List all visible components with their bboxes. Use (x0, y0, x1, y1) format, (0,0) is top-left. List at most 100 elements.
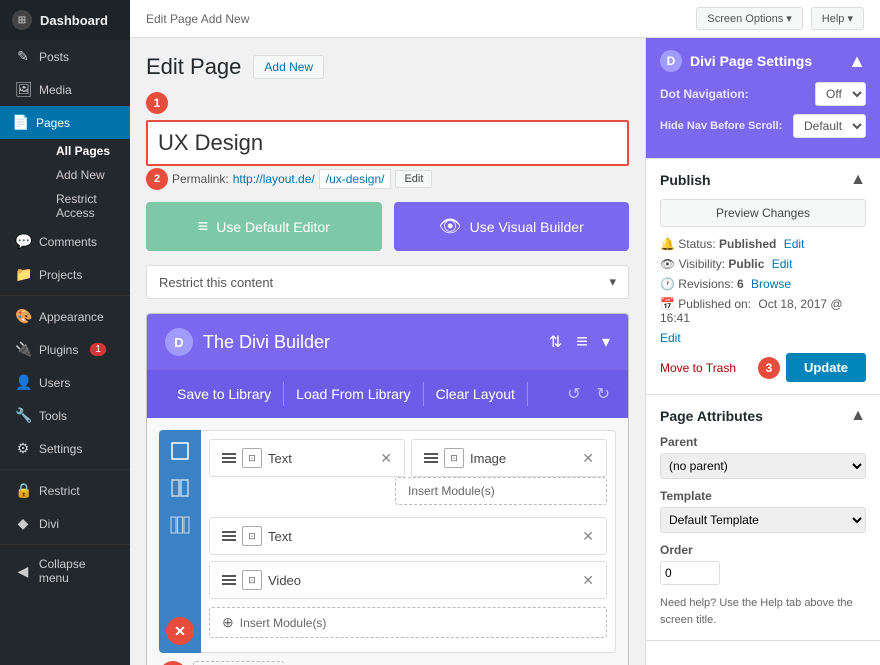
permalink-slug: /ux-design/ (319, 169, 392, 189)
visual-builder-button[interactable]: 👁 Use Visual Builder (394, 202, 630, 251)
appearance-label: Appearance (39, 310, 104, 324)
all-pages-link[interactable]: All Pages (28, 139, 130, 163)
permalink-label: Permalink: (172, 172, 229, 186)
dashboard-menu-item[interactable]: ⊞ Dashboard (0, 0, 130, 40)
edit-permalink-button[interactable]: Edit (395, 170, 432, 188)
visual-builder-icon: 👁 (439, 216, 462, 237)
two-col-icon[interactable] (167, 475, 193, 506)
add-new-button[interactable]: Add New (253, 55, 324, 79)
divi-icon: ◆ (15, 515, 31, 532)
divi-toolbar: Save to Library Load From Library Clear … (147, 370, 628, 418)
builder-section: ✕ ⊡ Text (159, 430, 616, 653)
template-select[interactable]: Default Template (660, 507, 866, 533)
undo-icon[interactable]: ↺ (567, 384, 580, 404)
published-edit-link[interactable]: Edit (660, 331, 681, 345)
visibility-edit-link[interactable]: Edit (772, 257, 793, 271)
order-input[interactable] (660, 561, 720, 585)
collapse-builder-icon[interactable]: ▾ (602, 332, 610, 352)
image-module-label: Image (470, 451, 506, 466)
sidebar-item-users[interactable]: 👤 Users (0, 366, 130, 399)
sidebar-item-appearance[interactable]: 🎨 Appearance (0, 300, 130, 333)
revisions-browse-link[interactable]: Browse (751, 277, 791, 291)
dot-nav-select[interactable]: Off On (815, 82, 866, 106)
module-row-3: ⊡ Video ✕ (209, 561, 607, 599)
page-title-input[interactable] (146, 120, 629, 166)
image-module[interactable]: ⊡ Image ✕ (411, 439, 607, 477)
permalink-base-url[interactable]: http://layout.de/ (233, 172, 315, 186)
preview-changes-button[interactable]: Preview Changes (660, 199, 866, 227)
move-to-trash-link[interactable]: Move to Trash (660, 361, 736, 375)
topbar-actions: Screen Options ▾ Help ▾ (696, 7, 864, 30)
screen-options-button[interactable]: Screen Options ▾ (696, 7, 802, 30)
collapse-icon: ◀ (15, 563, 31, 580)
delete-section-button[interactable]: ✕ (166, 617, 194, 645)
single-col-icon[interactable] (167, 438, 193, 469)
add-new-link[interactable]: Add New (28, 163, 130, 187)
image-module-close[interactable]: ✕ (582, 450, 594, 467)
status-value: Published (719, 237, 776, 251)
add-row-delete-icon[interactable]: ✕ (159, 661, 187, 665)
right-panel: D Divi Page Settings ▲ Dot Navigation: O… (645, 38, 880, 665)
parent-select[interactable]: (no parent) (660, 453, 866, 479)
insert-module-plus-icon: ⊕ (222, 614, 234, 631)
divi-settings-header: D Divi Page Settings ▲ (660, 50, 866, 72)
sidebar-item-comments[interactable]: 💬 Comments (0, 225, 130, 258)
sidebar-item-settings[interactable]: ⚙ Settings (0, 432, 130, 465)
order-label: Order (660, 543, 866, 557)
load-from-library-button[interactable]: Load From Library (284, 382, 423, 406)
pages-label: Pages (36, 116, 70, 130)
clear-layout-button[interactable]: Clear Layout (424, 382, 528, 406)
text-module-type-icon: ⊡ (242, 448, 262, 468)
update-button[interactable]: Update (786, 353, 866, 382)
visual-builder-label: Use Visual Builder (470, 219, 584, 235)
restrict-content-dropdown[interactable]: Restrict this content ▾ (146, 265, 629, 299)
add-row-button[interactable]: ⊕ Add Row (193, 661, 284, 665)
page-attributes-collapse-icon[interactable]: ▲ (850, 407, 866, 425)
divi-settings-collapse-icon[interactable]: ▲ (848, 51, 866, 72)
hide-nav-select[interactable]: Default On Off (793, 114, 866, 138)
status-edit-link[interactable]: Edit (784, 237, 805, 251)
pages-submenu: All Pages Add New Restrict Access (0, 139, 130, 225)
parent-label: Parent (660, 435, 866, 449)
sidebar-item-tools[interactable]: 🔧 Tools (0, 399, 130, 432)
collapse-menu-btn[interactable]: ◀ Collapse menu (0, 549, 130, 593)
restrict-access-link[interactable]: Restrict Access (28, 187, 130, 225)
save-to-library-button[interactable]: Save to Library (165, 382, 284, 406)
tools-icon: 🔧 (15, 407, 31, 424)
video-module-close[interactable]: ✕ (582, 572, 594, 589)
restrict-content-label: Restrict this content (159, 275, 273, 290)
three-col-icon[interactable] (167, 512, 193, 543)
sidebar-item-media[interactable]: 🖼 Media (0, 73, 130, 106)
divi-page-settings-section: D Divi Page Settings ▲ Dot Navigation: O… (646, 38, 880, 159)
video-module[interactable]: ⊡ Video ✕ (209, 561, 607, 599)
text-module-2-type-icon: ⊡ (242, 526, 262, 546)
redo-icon[interactable]: ↻ (597, 384, 610, 404)
posts-label: Posts (39, 50, 69, 64)
sidebar-item-divi[interactable]: ◆ Divi (0, 507, 130, 540)
sort-icon[interactable]: ⇅ (549, 332, 562, 352)
collapse-label: Collapse menu (39, 557, 118, 585)
sidebar-item-pages[interactable]: 📄 Pages (0, 106, 130, 139)
users-label: Users (39, 376, 70, 390)
main-area: Edit Page Add New Screen Options ▾ Help … (130, 0, 880, 665)
text-module-1[interactable]: ⊡ Text ✕ (209, 439, 405, 477)
default-editor-button[interactable]: ≡ Use Default Editor (146, 202, 382, 251)
insert-module-button-1[interactable]: Insert Module(s) (395, 477, 607, 505)
breadcrumb: Edit Page Add New (146, 12, 249, 26)
media-icon: 🖼 (15, 81, 31, 98)
sidebar-item-posts[interactable]: ✎ Posts (0, 40, 130, 73)
publish-section: Publish ▲ Preview Changes 🔔 Status: Publ… (646, 159, 880, 395)
menu-icon[interactable]: ≡ (576, 331, 588, 354)
sidebar-item-plugins[interactable]: 🔌 Plugins 1 (0, 333, 130, 366)
insert-module-button-2[interactable]: ⊕ Insert Module(s) (209, 607, 607, 638)
sidebar-item-restrict[interactable]: 🔒 Restrict (0, 474, 130, 507)
divi-builder-title: D The Divi Builder (165, 328, 330, 356)
help-button[interactable]: Help ▾ (811, 7, 864, 30)
text-module-2[interactable]: ⊡ Text ✕ (209, 517, 607, 555)
title-section: 1 2 Permalink: http://layout.de/ /ux-des… (146, 92, 629, 190)
sidebar-item-projects[interactable]: 📁 Projects (0, 258, 130, 291)
publish-collapse-icon[interactable]: ▲ (850, 171, 866, 189)
section-layout-sidebar: ✕ (159, 430, 201, 653)
text-module-2-close[interactable]: ✕ (582, 528, 594, 545)
text-module-close[interactable]: ✕ (380, 450, 392, 467)
